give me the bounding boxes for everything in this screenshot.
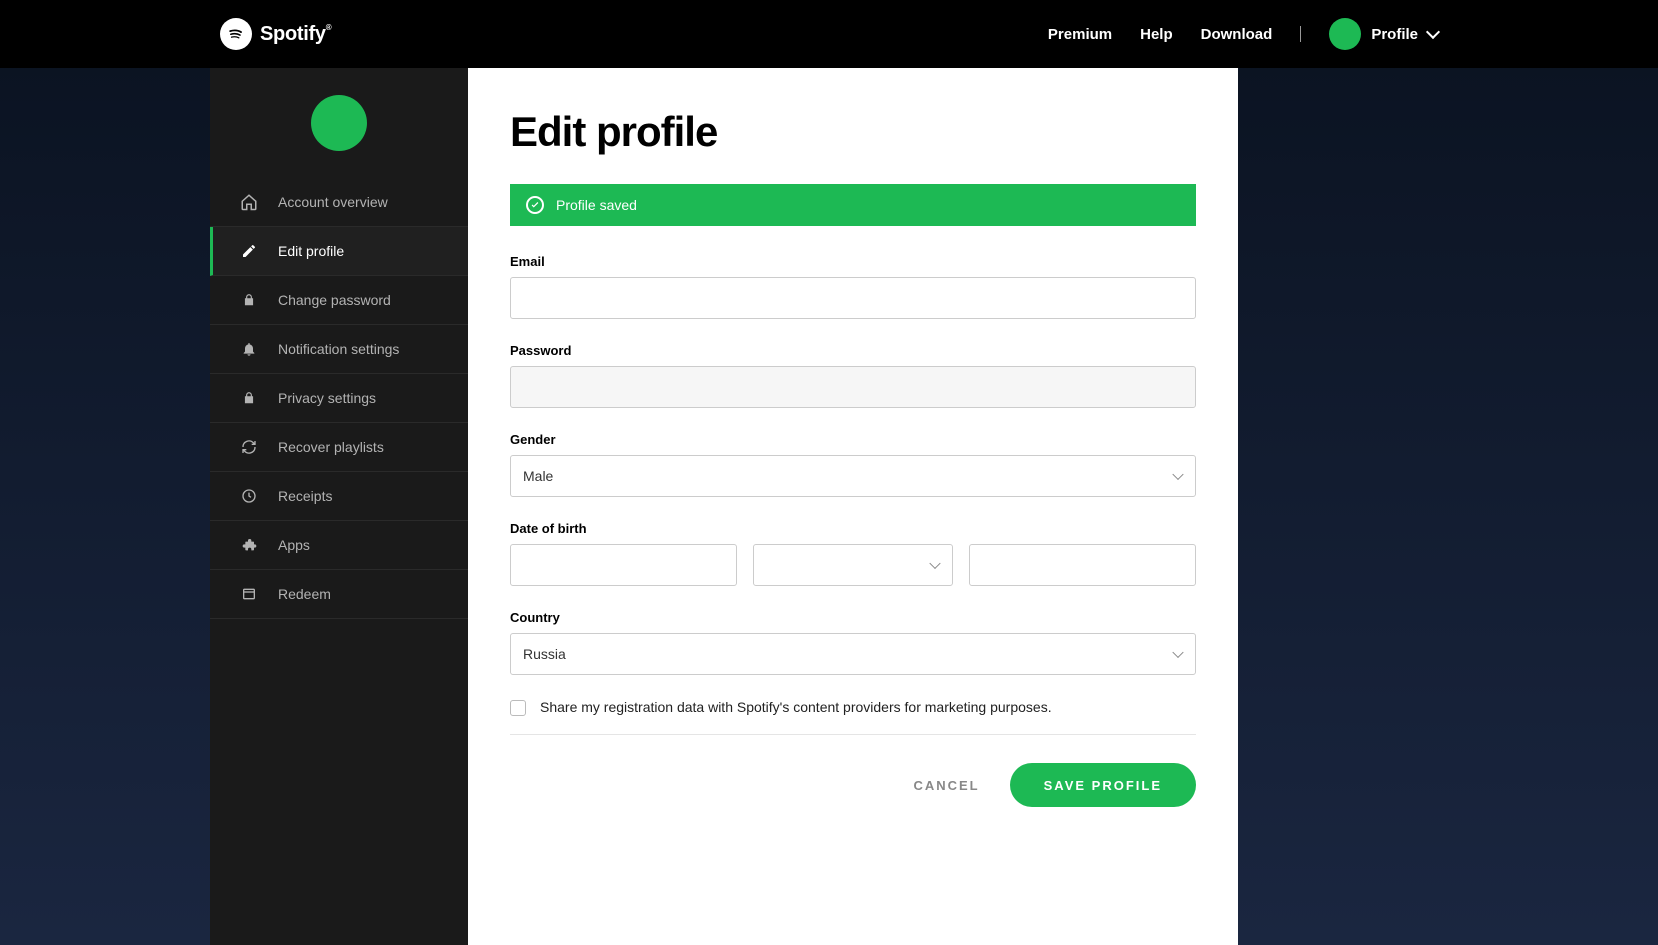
sidebar-item-edit-profile[interactable]: Edit profile	[210, 227, 468, 276]
sidebar-item-label: Privacy settings	[278, 390, 376, 406]
sidebar-item-change-password[interactable]: Change password	[210, 276, 468, 325]
avatar	[1329, 18, 1361, 50]
refresh-icon	[240, 438, 258, 456]
gender-label: Gender	[510, 432, 1196, 447]
brand[interactable]: Spotify®	[220, 18, 331, 50]
home-icon	[240, 193, 258, 211]
check-circle-icon	[526, 196, 544, 214]
share-data-label: Share my registration data with Spotify'…	[540, 699, 1052, 715]
alert-success: Profile saved	[510, 184, 1196, 226]
country-select[interactable]	[510, 633, 1196, 675]
dob-label: Date of birth	[510, 521, 1196, 536]
profile-menu-trigger[interactable]: Profile	[1329, 18, 1438, 50]
email-label: Email	[510, 254, 1196, 269]
alert-text: Profile saved	[556, 197, 637, 213]
sidebar-item-recover-playlists[interactable]: Recover playlists	[210, 423, 468, 472]
sidebar-item-account-overview[interactable]: Account overview	[210, 178, 468, 227]
spotify-logo-icon	[220, 18, 252, 50]
lock-icon	[240, 291, 258, 309]
nav-right: Premium Help Download Profile	[1048, 18, 1438, 50]
divider	[510, 734, 1196, 735]
page-body: Account overview Edit profile Change pas…	[0, 68, 1658, 945]
sidebar-item-label: Account overview	[278, 194, 388, 210]
main-panel: Edit profile Profile saved Email Passwor…	[468, 68, 1238, 945]
card-icon	[240, 585, 258, 603]
nav-help[interactable]: Help	[1140, 26, 1173, 43]
sidebar-item-apps[interactable]: Apps	[210, 521, 468, 570]
sidebar-item-label: Receipts	[278, 488, 332, 504]
sidebar-item-label: Change password	[278, 292, 391, 308]
clock-icon	[240, 487, 258, 505]
avatar	[311, 95, 367, 151]
checkbox-icon[interactable]	[510, 700, 526, 716]
dob-day-field[interactable]	[510, 544, 737, 586]
dob-month-select[interactable]	[753, 544, 954, 586]
gender-select[interactable]	[510, 455, 1196, 497]
page-title: Edit profile	[510, 108, 1196, 156]
sidebar-item-label: Notification settings	[278, 341, 399, 357]
cancel-button[interactable]: CANCEL	[913, 778, 979, 793]
dob-year-field[interactable]	[969, 544, 1196, 586]
sidebar-item-notification-settings[interactable]: Notification settings	[210, 325, 468, 374]
password-field[interactable]	[510, 366, 1196, 408]
country-label: Country	[510, 610, 1196, 625]
sidebar-item-receipts[interactable]: Receipts	[210, 472, 468, 521]
email-field[interactable]	[510, 277, 1196, 319]
save-profile-button[interactable]: SAVE PROFILE	[1010, 763, 1196, 807]
brand-name: Spotify®	[260, 23, 331, 46]
sidebar-item-label: Apps	[278, 537, 310, 553]
sidebar-avatar-wrap	[210, 68, 468, 178]
top-nav: Spotify® Premium Help Download Profile	[0, 0, 1658, 68]
lock-icon	[240, 389, 258, 407]
chevron-down-icon	[1426, 25, 1440, 39]
form-actions: CANCEL SAVE PROFILE	[510, 763, 1196, 807]
bell-icon	[240, 340, 258, 358]
sidebar-item-redeem[interactable]: Redeem	[210, 570, 468, 619]
sidebar-item-label: Recover playlists	[278, 439, 384, 455]
nav-divider	[1300, 26, 1301, 42]
sidebar-item-label: Redeem	[278, 586, 331, 602]
account-sidebar: Account overview Edit profile Change pas…	[210, 68, 468, 945]
nav-download[interactable]: Download	[1201, 26, 1273, 43]
sidebar-item-label: Edit profile	[278, 243, 344, 259]
nav-premium[interactable]: Premium	[1048, 26, 1112, 43]
share-data-row[interactable]: Share my registration data with Spotify'…	[510, 699, 1196, 716]
sidebar-item-privacy-settings[interactable]: Privacy settings	[210, 374, 468, 423]
puzzle-icon	[240, 536, 258, 554]
password-label: Password	[510, 343, 1196, 358]
pencil-icon	[240, 242, 258, 260]
nav-profile-label: Profile	[1371, 26, 1418, 43]
